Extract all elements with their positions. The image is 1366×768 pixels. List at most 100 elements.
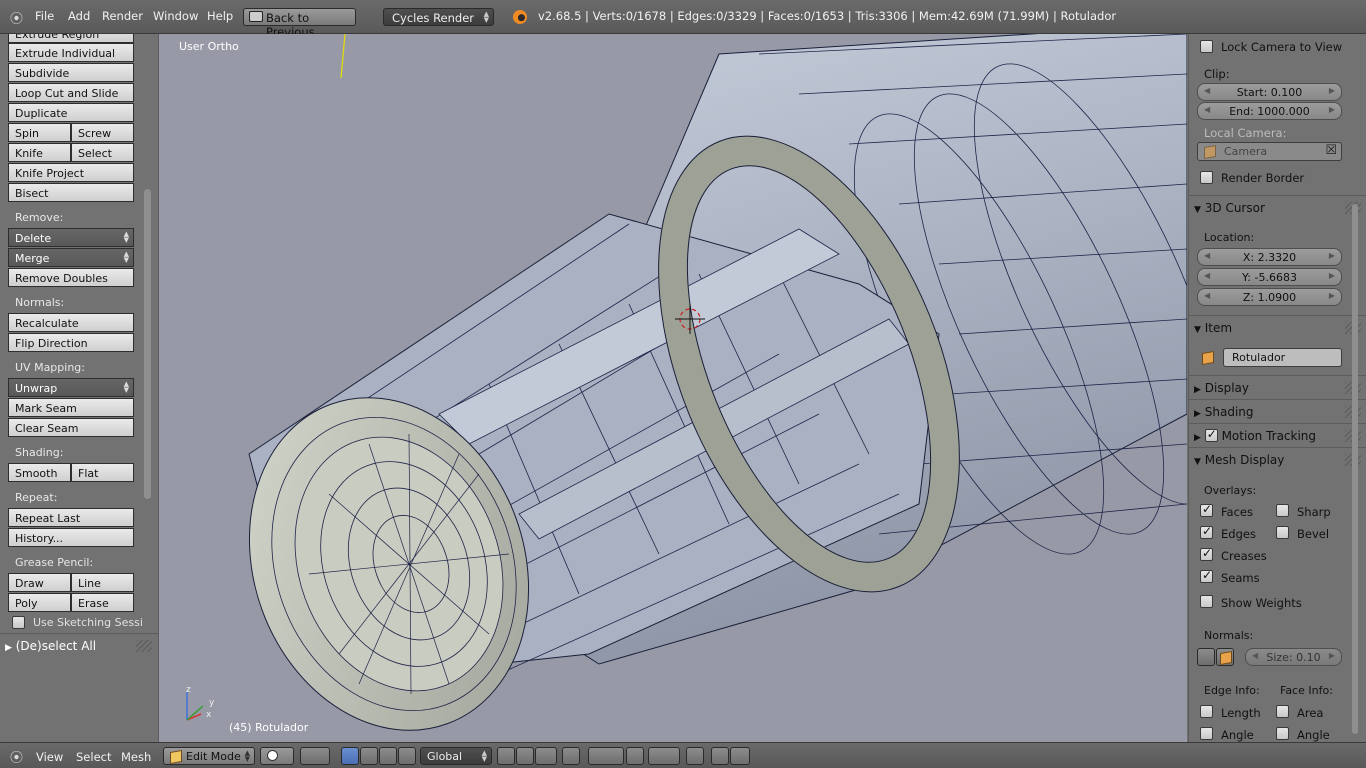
editor-type-icon[interactable]: ⦿ [10, 8, 26, 27]
show-weights-checkbox[interactable] [1200, 595, 1213, 608]
properties-scrollbar[interactable] [1352, 204, 1358, 734]
snap-element-select[interactable] [648, 747, 680, 765]
vertex-select-mode[interactable] [497, 747, 515, 765]
decrement-arrow-icon[interactable]: ◀ [1204, 251, 1210, 260]
cursor-panel-header[interactable]: ▼ 3D Cursor [1189, 195, 1366, 219]
edge-angle-checkbox[interactable] [1200, 727, 1213, 740]
delete-menu[interactable]: Delete ▲ ▼ [8, 228, 134, 247]
repeat-last-button[interactable]: Repeat Last [8, 508, 134, 527]
motion-tracking-checkbox[interactable] [1204, 427, 1218, 442]
erase-button[interactable]: Erase [71, 593, 134, 612]
vertex-normals-button[interactable] [1197, 648, 1215, 666]
normal-size-field[interactable]: ◀ Size: 0.10 ▶ [1245, 648, 1342, 666]
decrement-arrow-icon[interactable]: ◀ [1204, 291, 1210, 300]
knife-select-button[interactable]: Select [71, 143, 134, 162]
display-panel-header[interactable]: ▶ Display [1189, 375, 1366, 399]
increment-arrow-icon[interactable]: ▶ [1329, 105, 1335, 114]
decrement-arrow-icon[interactable]: ◀ [1204, 271, 1210, 280]
sharp-checkbox[interactable] [1276, 504, 1289, 517]
tool-shelf-scrollbar[interactable] [144, 189, 151, 499]
menu-add[interactable]: Add [68, 9, 90, 23]
drag-handle-icon[interactable] [136, 640, 152, 652]
mark-seam-button[interactable]: Mark Seam [8, 398, 134, 417]
menu-help[interactable]: Help [207, 9, 233, 23]
local-camera-field[interactable]: Camera ☒ [1197, 142, 1342, 161]
seams-checkbox[interactable] [1200, 568, 1213, 583]
motion-tracking-panel-header[interactable]: ▶ Motion Tracking [1189, 423, 1366, 447]
decrement-arrow-icon[interactable]: ◀ [1204, 105, 1210, 114]
proportional-editing-select[interactable] [588, 747, 624, 765]
deselect-all-panel-header[interactable]: ▶ (De)select All [0, 633, 158, 657]
screw-button[interactable]: Screw [71, 123, 134, 142]
back-to-previous-button[interactable]: Back to Previous [243, 8, 356, 39]
cursor-y-field[interactable]: ◀ Y: -5.6683 ▶ [1197, 268, 1342, 286]
edge-select-mode[interactable] [516, 747, 534, 765]
manipulator-toggle[interactable] [341, 747, 359, 765]
merge-menu[interactable]: Merge ▲ ▼ [8, 248, 134, 267]
mesh-display-panel-header[interactable]: ▼ Mesh Display [1189, 447, 1366, 471]
clear-seam-button[interactable]: Clear Seam [8, 418, 134, 437]
shading-panel-header[interactable]: ▶ Shading [1189, 399, 1366, 423]
clip-end-field[interactable]: ◀ End: 1000.000 ▶ [1197, 102, 1342, 120]
bisect-button[interactable]: Bisect [8, 183, 134, 202]
render-engine-select[interactable]: Cycles Render ▲ ▼ [383, 8, 494, 26]
translate-manipulator[interactable] [360, 747, 378, 765]
increment-arrow-icon[interactable]: ▶ [1329, 651, 1335, 660]
render-animation-button[interactable] [730, 747, 750, 765]
history-button[interactable]: History... [8, 528, 134, 547]
limit-selection-toggle[interactable] [562, 747, 580, 765]
extrude-region-button[interactable]: Extrude Region [8, 34, 134, 43]
increment-arrow-icon[interactable]: ▶ [1329, 271, 1335, 280]
menu-view[interactable]: View [36, 750, 63, 764]
face-select-mode[interactable] [535, 747, 557, 765]
opengl-render-button[interactable] [686, 747, 704, 765]
decrement-arrow-icon[interactable]: ◀ [1252, 651, 1258, 660]
loop-cut-button[interactable]: Loop Cut and Slide [8, 83, 134, 102]
lock-camera-checkbox[interactable] [1200, 40, 1213, 53]
spin-button[interactable]: Spin [8, 123, 71, 142]
faces-checkbox[interactable] [1200, 502, 1213, 517]
increment-arrow-icon[interactable]: ▶ [1329, 251, 1335, 260]
flip-direction-button[interactable]: Flip Direction [8, 333, 134, 352]
knife-project-button[interactable]: Knife Project [8, 163, 134, 182]
cursor-x-field[interactable]: ◀ X: 2.3320 ▶ [1197, 248, 1342, 266]
menu-mesh[interactable]: Mesh [121, 750, 151, 764]
clear-x-icon[interactable]: ☒ [1325, 143, 1337, 158]
editor-type-icon[interactable]: ⦿ [10, 747, 26, 766]
menu-select[interactable]: Select [76, 750, 111, 764]
face-area-checkbox[interactable] [1276, 705, 1289, 718]
menu-window[interactable]: Window [153, 9, 198, 23]
smooth-button[interactable]: Smooth [8, 463, 71, 482]
unwrap-menu[interactable]: Unwrap ▲ ▼ [8, 378, 134, 397]
snap-toggle[interactable] [626, 747, 644, 765]
render-image-button[interactable] [711, 747, 729, 765]
edges-checkbox[interactable] [1200, 524, 1213, 539]
viewport-shading-select[interactable] [260, 747, 294, 765]
creases-checkbox[interactable] [1200, 546, 1213, 561]
mode-select[interactable]: Edit Mode ▲ ▼ [163, 747, 255, 765]
face-angle-checkbox[interactable] [1276, 727, 1289, 740]
subdivide-button[interactable]: Subdivide [8, 63, 134, 82]
increment-arrow-icon[interactable]: ▶ [1329, 86, 1335, 95]
item-name-field[interactable]: Rotulador [1223, 348, 1342, 367]
item-panel-header[interactable]: ▼ Item [1189, 315, 1366, 339]
render-border-checkbox[interactable] [1200, 171, 1213, 184]
bevel-checkbox[interactable] [1276, 526, 1289, 539]
pivot-point-select[interactable] [300, 747, 330, 765]
cursor-z-field[interactable]: ◀ Z: 1.0900 ▶ [1197, 288, 1342, 306]
flat-button[interactable]: Flat [71, 463, 134, 482]
duplicate-button[interactable]: Duplicate [8, 103, 134, 122]
recalculate-button[interactable]: Recalculate [8, 313, 134, 332]
line-button[interactable]: Line [71, 573, 134, 592]
decrement-arrow-icon[interactable]: ◀ [1204, 86, 1210, 95]
poly-button[interactable]: Poly [8, 593, 71, 612]
use-sketching-checkbox[interactable] [12, 616, 25, 629]
knife-button[interactable]: Knife [8, 143, 71, 162]
draw-button[interactable]: Draw [8, 573, 71, 592]
3d-viewport[interactable]: User Ortho z x y (45) Rotulador [159, 34, 1187, 742]
remove-doubles-button[interactable]: Remove Doubles [8, 268, 134, 287]
extrude-individual-button[interactable]: Extrude Individual [8, 43, 134, 62]
edge-length-checkbox[interactable] [1200, 705, 1213, 718]
face-normals-button[interactable] [1216, 648, 1234, 666]
menu-render[interactable]: Render [102, 9, 143, 23]
